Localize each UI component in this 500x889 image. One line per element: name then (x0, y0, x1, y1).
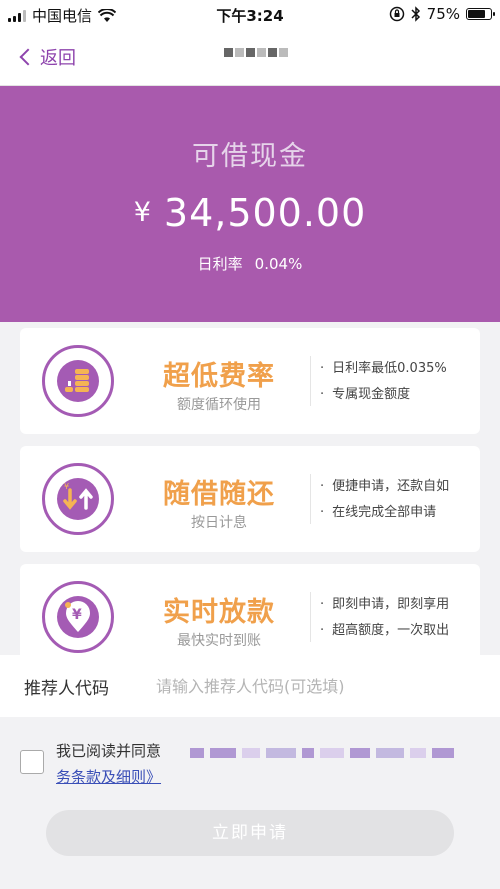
feature-bullet: 在线完成全部申请 (320, 500, 449, 526)
back-button[interactable]: 返回 (18, 44, 76, 70)
feature-bullets: 便捷申请，还款自如 在线完成全部申请 (320, 474, 449, 526)
apply-button[interactable]: 立即申请 (46, 810, 454, 856)
feature-bullet: 日利率最低0.035% (320, 356, 447, 382)
feature-bullets: 日利率最低0.035% 专属现金额度 (320, 356, 447, 408)
divider (310, 356, 311, 406)
terms-link[interactable]: 务条款及细则》 (56, 766, 161, 787)
yen-pin-icon: ¥ (42, 581, 114, 653)
feature-subtitle: 按日计息 (191, 515, 247, 531)
available-cash-amount: ¥34,500.00 (0, 191, 500, 235)
daily-rate-label: 日利率 (197, 255, 243, 273)
feature-card-instant: ¥ 实时放款 最快实时到账 即刻申请，即刻享用 超高额度，一次取出 (20, 564, 480, 655)
feature-title: 实时放款 (163, 597, 275, 628)
agreement-checkbox[interactable] (20, 750, 44, 774)
available-cash-label: 可借现金 (192, 141, 308, 172)
feature-subtitle: 最快实时到账 (177, 633, 261, 649)
divider (310, 474, 311, 524)
currency-symbol: ¥ (133, 197, 152, 228)
referral-code-label: 推荐人代码 (24, 678, 109, 699)
bluetooth-icon (411, 6, 420, 22)
battery-fill (468, 10, 485, 18)
feature-title: 超低费率 (163, 361, 275, 392)
chevron-left-icon (19, 48, 37, 66)
referral-code-row: 推荐人代码 (0, 655, 500, 717)
battery-icon (466, 8, 495, 20)
feature-bullet: 超高额度，一次取出 (320, 618, 449, 644)
feature-bullets: 即刻申请，即刻享用 超高额度，一次取出 (320, 592, 449, 644)
feature-card-flexible: ¥ 随借随还 按日计息 便捷申请，还款自如 在线完成全部申请 (20, 446, 480, 552)
feature-bullet: 即刻申请，即刻享用 (320, 592, 449, 618)
page-title-obscured (224, 48, 288, 57)
nav-bar: 返回 (0, 28, 500, 86)
feature-bullet: 专属现金额度 (320, 382, 447, 408)
divider (310, 592, 311, 642)
status-bar: 中国电信 下午3:24 75% (0, 0, 500, 28)
coin-stack-icon (42, 345, 114, 417)
back-label: 返回 (40, 48, 76, 69)
feature-bullet: 便捷申请，还款自如 (320, 474, 449, 500)
svg-text:¥: ¥ (64, 482, 69, 491)
yen-up-down-arrows-icon: ¥ (42, 463, 114, 535)
orientation-lock-icon (389, 6, 404, 22)
battery-percent: 75% (426, 5, 460, 23)
agreement-obscured-text (190, 748, 454, 758)
daily-rate: 日利率 0.04% (0, 253, 500, 274)
agreement-text: 我已阅读并同意 (56, 742, 162, 760)
feature-title: 随借随还 (163, 479, 275, 510)
hero-banner: 可借现金 ¥34,500.00 日利率 0.04% (0, 86, 500, 322)
feature-card-low-rate: 超低费率 额度循环使用 日利率最低0.035% 专属现金额度 (20, 328, 480, 434)
feature-subtitle: 额度循环使用 (177, 397, 261, 413)
referral-code-input[interactable] (156, 676, 476, 696)
feature-list[interactable]: 超低费率 额度循环使用 日利率最低0.035% 专属现金额度 ¥ 随借随还 按日… (0, 322, 500, 655)
daily-rate-value: 0.04% (254, 255, 303, 273)
status-right: 75% (389, 5, 495, 23)
amount-value: 34,500.00 (163, 191, 367, 235)
svg-text:¥: ¥ (72, 607, 82, 623)
